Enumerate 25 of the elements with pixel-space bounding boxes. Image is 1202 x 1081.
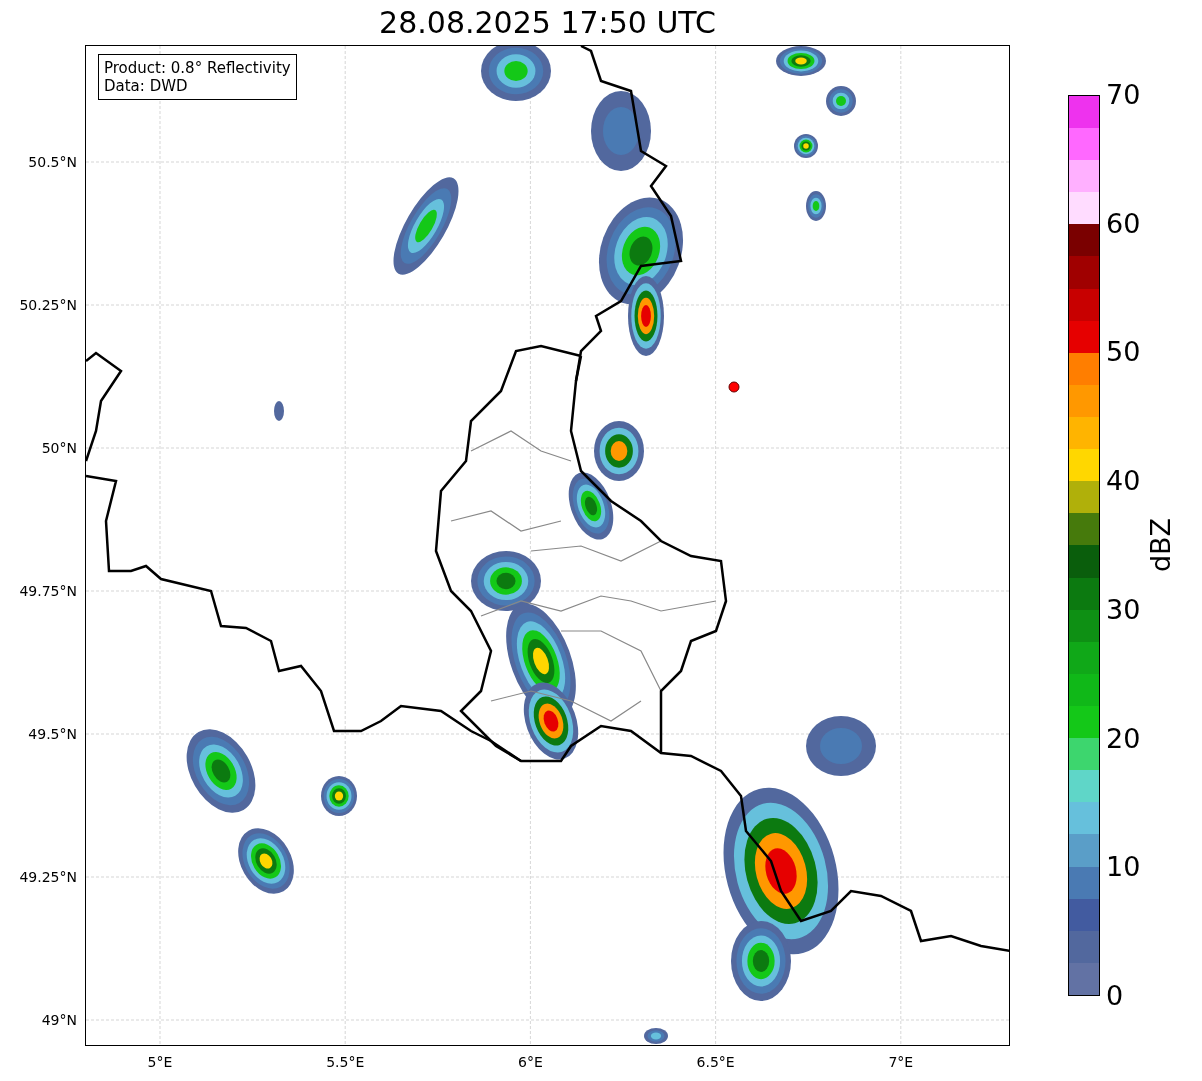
colorbar-label: dBZ: [1144, 517, 1176, 573]
colorbar-tick-label: 50: [1106, 337, 1141, 368]
colorbar-tick-label: 0: [1106, 981, 1124, 1011]
longitude-label: 6.5°E: [696, 1054, 735, 1070]
latitude-label: 50°N: [41, 440, 77, 456]
colorbar-tick-label: 60: [1106, 208, 1141, 239]
info-text: Data: DWD: [104, 77, 189, 95]
latitude-label: 49.75°N: [19, 583, 77, 599]
colorbar-tick-label: 30: [1106, 594, 1141, 625]
longitude-label: 6°E: [518, 1054, 543, 1070]
colorbar-tick-label: 20: [1106, 723, 1141, 754]
latitude-label: 49.5°N: [28, 726, 77, 742]
longitude-label: 5.5°E: [326, 1054, 365, 1070]
chart-title: 28.08.2025 17:50 UTC: [378, 4, 717, 42]
info-text: Product: 0.8° Reflectivity: [104, 59, 291, 77]
location-marker: [728, 381, 740, 393]
latitude-label: 50.5°N: [28, 154, 77, 170]
colorbar-tick-label: 70: [1106, 80, 1141, 110]
latitude-label: 49°N: [41, 1012, 77, 1028]
latitude-label: 50.25°N: [19, 297, 77, 313]
colorbar-tick-label: 10: [1106, 852, 1141, 883]
longitude-label: 7°E: [888, 1054, 914, 1070]
longitude-label: 5°E: [147, 1054, 173, 1070]
latitude-label: 49.25°N: [19, 869, 77, 885]
colorbar-tick-label: 40: [1106, 466, 1141, 497]
